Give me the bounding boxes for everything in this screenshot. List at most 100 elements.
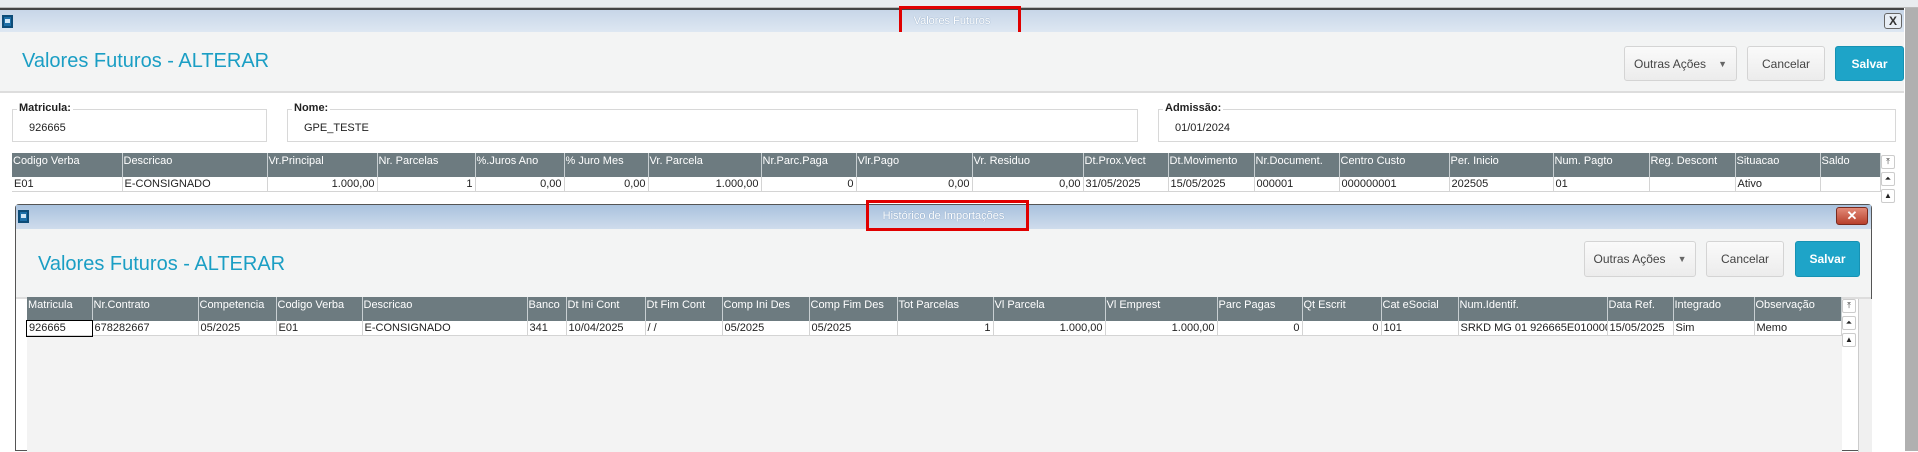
column-header[interactable]: Vl Emprest	[1105, 297, 1218, 321]
save-button[interactable]: Salvar	[1835, 46, 1904, 81]
column-header[interactable]: Codigo Verba	[12, 153, 123, 177]
table-cell[interactable]: 0	[1302, 321, 1382, 336]
matricula-field[interactable]: Matricula: 926665	[12, 102, 267, 142]
column-header[interactable]: Descricao	[362, 297, 528, 321]
table-cell[interactable]: E01	[12, 177, 123, 192]
column-header[interactable]: Tot Parcelas	[897, 297, 994, 321]
column-header[interactable]: Data Ref.	[1607, 297, 1674, 321]
table-cell[interactable]: Memo	[1754, 321, 1842, 336]
table-cell[interactable]: 1	[897, 321, 994, 336]
column-header[interactable]: Nr. Parcelas	[377, 153, 476, 177]
table-cell[interactable]: Ativo	[1735, 177, 1821, 192]
table-cell[interactable]: E-CONSIGNADO	[122, 177, 268, 192]
column-header[interactable]: Qt Escrit	[1302, 297, 1382, 321]
column-header[interactable]: Matricula	[27, 297, 93, 321]
column-header[interactable]: Vr. Residuo	[972, 153, 1084, 177]
admissao-field[interactable]: Admissão: 01/01/2024	[1158, 102, 1896, 142]
page-up-icon[interactable]: ⏶	[1842, 316, 1856, 330]
valores-futuros-grid[interactable]: Codigo Verba Descricao Vr.Principal Nr. Par…	[12, 153, 1881, 192]
table-cell[interactable]: 1.000,00	[267, 177, 378, 192]
close-icon[interactable]: X	[1884, 13, 1902, 29]
table-cell[interactable]: 000001	[1254, 177, 1340, 192]
table-cell[interactable]: 15/05/2025	[1607, 321, 1674, 336]
table-cell[interactable]: 101	[1381, 321, 1459, 336]
table-cell[interactable]: 0,00	[972, 177, 1084, 192]
column-header[interactable]: Num. Pagto	[1553, 153, 1650, 177]
historico-grid[interactable]: Matricula Nr.Contrato Competencia Codigo Ve…	[26, 297, 1842, 337]
table-cell[interactable]: 05/2025	[722, 321, 810, 336]
table-cell[interactable]: 0	[1217, 321, 1303, 336]
table-cell[interactable]: E01	[276, 321, 363, 336]
column-header[interactable]: Competencia	[198, 297, 277, 321]
table-cell[interactable]: Sim	[1673, 321, 1755, 336]
table-cell[interactable]: 10/04/2025	[566, 321, 646, 336]
table-cell[interactable]: 926665	[26, 320, 93, 337]
column-header[interactable]: Descricao	[122, 153, 268, 177]
table-cell[interactable]: 341	[527, 321, 567, 336]
column-header[interactable]: Parc Pagas	[1217, 297, 1303, 321]
column-header[interactable]: Centro Custo	[1339, 153, 1450, 177]
column-header[interactable]: Codigo Verba	[276, 297, 363, 321]
column-header[interactable]: % Juro Mes	[564, 153, 649, 177]
table-cell[interactable]: SRKD MG 01 926665E01000001	[1458, 321, 1608, 336]
column-header[interactable]: Nr.Contrato	[92, 297, 199, 321]
table-cell[interactable]: 0,00	[856, 177, 973, 192]
scroll-up-icon[interactable]: ▲	[1881, 189, 1895, 203]
column-header[interactable]: Comp Ini Des	[722, 297, 810, 321]
scroll-top-icon[interactable]: ⤒	[1881, 155, 1895, 169]
column-header[interactable]: Integrado	[1673, 297, 1755, 321]
column-header[interactable]: Per. Inicio	[1449, 153, 1554, 177]
table-cell[interactable]: 0,00	[475, 177, 565, 192]
scroll-top-icon[interactable]: ⤒	[1842, 299, 1856, 313]
cancel-button[interactable]: Cancelar	[1706, 241, 1784, 277]
table-cell[interactable]: 1.000,00	[993, 321, 1106, 336]
table-cell[interactable]: 1.000,00	[648, 177, 762, 192]
table-cell[interactable]: 01	[1553, 177, 1650, 192]
column-header[interactable]: Dt Ini Cont	[566, 297, 646, 321]
column-header[interactable]: Dt.Prox.Vect	[1083, 153, 1169, 177]
page-up-icon[interactable]: ⏶	[1881, 172, 1895, 186]
table-cell[interactable]: 31/05/2025	[1083, 177, 1169, 192]
more-actions-button[interactable]: Outras Ações ▼	[1624, 46, 1737, 81]
nome-field[interactable]: Nome: GPE_TESTE	[287, 102, 1138, 142]
column-header[interactable]: %.Juros Ano	[475, 153, 565, 177]
column-header[interactable]: Cat eSocial	[1381, 297, 1459, 321]
column-header[interactable]: Banco	[527, 297, 567, 321]
table-cell[interactable]: 678282667	[92, 321, 199, 336]
inner-scrollbar[interactable]	[1858, 299, 1872, 452]
save-button[interactable]: Salvar	[1795, 241, 1860, 277]
cancel-button[interactable]: Cancelar	[1747, 46, 1825, 81]
table-cell[interactable]: / /	[645, 321, 723, 336]
column-header[interactable]: Vr. Parcela	[648, 153, 762, 177]
table-cell[interactable]: 1.000,00	[1105, 321, 1218, 336]
table-cell[interactable]: 000000001	[1339, 177, 1450, 192]
table-cell[interactable]: 1	[377, 177, 476, 192]
more-actions-button[interactable]: Outras Ações ▼	[1584, 241, 1696, 277]
table-cell[interactable]: 05/2025	[809, 321, 898, 336]
table-cell[interactable]: 0,00	[564, 177, 649, 192]
column-header[interactable]: Num.Identif.	[1458, 297, 1608, 321]
table-cell[interactable]	[1649, 177, 1736, 192]
column-header[interactable]: Vr.Principal	[267, 153, 378, 177]
column-header[interactable]: Vlr.Pago	[856, 153, 973, 177]
table-cell[interactable]: 202505	[1449, 177, 1554, 192]
column-header[interactable]: Situacao	[1735, 153, 1821, 177]
column-header[interactable]: Observação	[1754, 297, 1842, 321]
column-header[interactable]: Nr.Document.	[1254, 153, 1340, 177]
column-header[interactable]: Vl Parcela	[993, 297, 1106, 321]
close-icon[interactable]: ✕	[1836, 207, 1868, 225]
outer-scrollbar[interactable]	[1905, 8, 1918, 451]
column-header[interactable]: Dt.Movimento	[1168, 153, 1255, 177]
table-cell[interactable]: 0	[761, 177, 857, 192]
column-header[interactable]: Reg. Descont	[1649, 153, 1736, 177]
table-cell[interactable]: 05/2025	[198, 321, 277, 336]
table-row[interactable]: 926665 678282667 05/2025 E01 E-CONSIGNADO 341…	[26, 320, 1842, 337]
table-cell[interactable]: 15/05/2025	[1168, 177, 1255, 192]
column-header[interactable]: Comp Fim Des	[809, 297, 898, 321]
column-header[interactable]: Saldo	[1820, 153, 1881, 177]
column-header[interactable]: Nr.Parc.Paga	[761, 153, 857, 177]
scroll-up-icon[interactable]: ▲	[1842, 333, 1856, 347]
table-cell[interactable]: E-CONSIGNADO	[362, 321, 528, 336]
table-cell[interactable]	[1820, 177, 1881, 192]
table-row[interactable]: E01 E-CONSIGNADO 1.000,00 1 0,00 0,00 1.000,00…	[12, 177, 1881, 192]
